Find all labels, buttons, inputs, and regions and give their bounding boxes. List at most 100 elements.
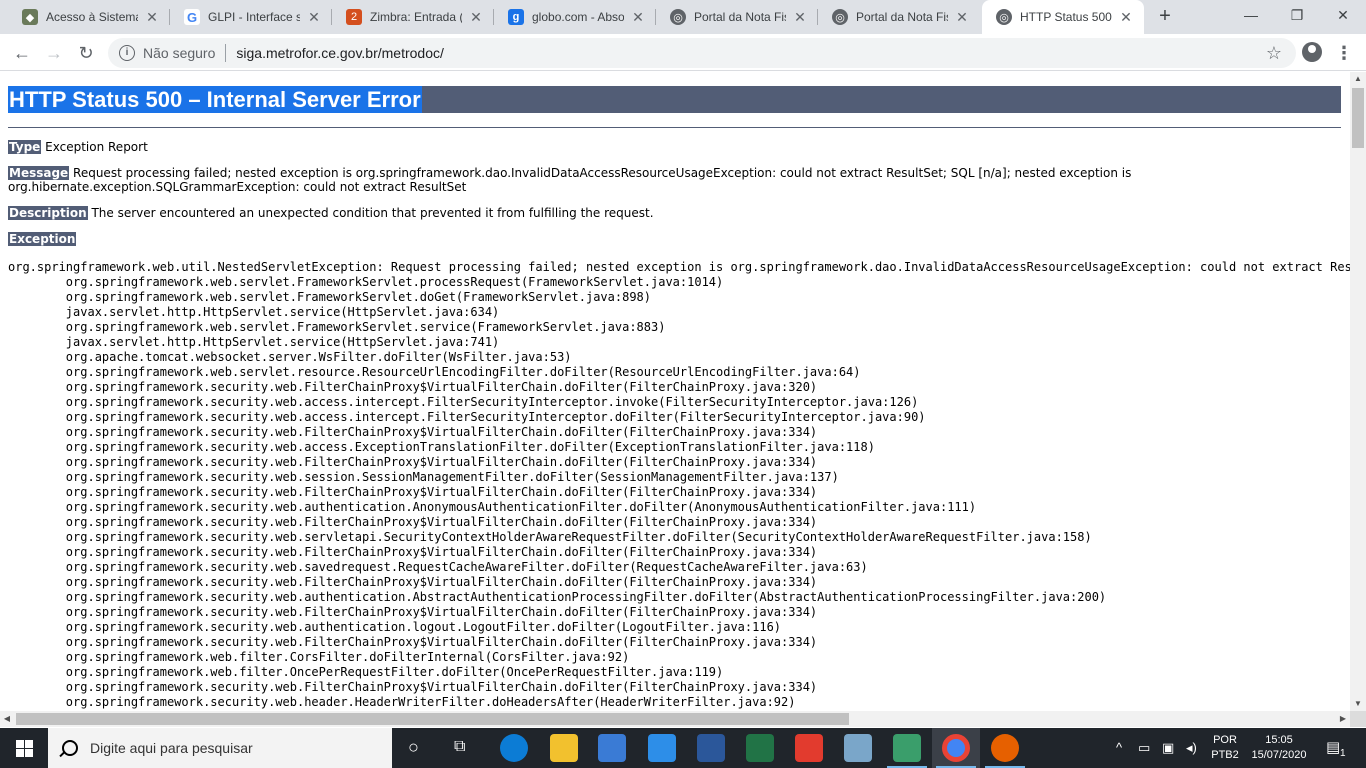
trace-line: org.springframework.security.web.access.… <box>65 440 875 454</box>
scroll-left-icon[interactable]: ◀ <box>0 711 14 727</box>
trace-line: org.springframework.security.web.authent… <box>65 620 782 634</box>
description-row: Description The server encountered an un… <box>8 206 1328 220</box>
trace-line: javax.servlet.http.HttpServlet.service(H… <box>65 335 500 349</box>
vertical-scrollbar[interactable]: ▲ ▼ <box>1350 72 1366 711</box>
scroll-right-icon[interactable]: ▶ <box>1336 711 1350 727</box>
close-icon[interactable]: ✕ <box>306 9 322 26</box>
chevron-up-icon[interactable]: ^ <box>1116 740 1122 755</box>
security-label[interactable]: Não seguro <box>143 45 215 61</box>
profile-avatar-icon[interactable] <box>1302 42 1322 62</box>
close-icon[interactable]: ✕ <box>792 9 808 26</box>
task-view-icon[interactable]: ⧉ <box>454 738 465 756</box>
description-value: The server encountered an unexpected con… <box>91 206 654 220</box>
power-icon[interactable]: ▣ <box>1162 740 1174 756</box>
type-label: Type <box>8 140 42 154</box>
info-icon[interactable]: i <box>119 45 135 61</box>
cortana-icon[interactable]: ○ <box>408 737 419 758</box>
address-bar[interactable]: i Não seguro siga.metrofor.ce.gov.br/met… <box>108 38 1296 68</box>
trace-line: javax.servlet.http.HttpServlet.service(H… <box>65 305 500 319</box>
scroll-up-icon[interactable]: ▲ <box>1350 72 1366 86</box>
g1-icon: g <box>508 9 524 25</box>
exception-row: Exception <box>8 232 1328 246</box>
trace-line: org.springframework.security.web.FilterC… <box>65 575 818 589</box>
trace-line: org.springframework.web.servlet.resource… <box>65 365 861 379</box>
network-icon[interactable]: ▭ <box>1138 740 1150 756</box>
chrome-icon[interactable] <box>942 734 970 762</box>
trace-line: org.springframework.security.web.servlet… <box>65 530 1092 544</box>
divider <box>8 127 1341 128</box>
file-explorer-icon[interactable] <box>550 734 578 762</box>
store-icon[interactable] <box>598 734 626 762</box>
trace-line: org.springframework.security.web.authent… <box>65 500 977 514</box>
tab-title: Acesso à Sistemas <box>46 10 138 24</box>
menu-dots-icon[interactable]: ⋮ <box>1334 39 1354 67</box>
new-tab-button[interactable]: + <box>1153 5 1177 29</box>
trace-line: org.springframework.security.web.access.… <box>65 395 919 409</box>
tab-http-500[interactable]: ◎ HTTP Status 500 – ✕ <box>982 0 1144 34</box>
language-code: POR <box>1213 734 1237 746</box>
app-icon[interactable] <box>844 734 872 762</box>
tab-globo[interactable]: g globo.com - Absol ✕ <box>494 0 656 34</box>
trace-line: org.springframework.security.web.FilterC… <box>65 515 818 529</box>
tab-title: GLPI - Interface sim <box>208 10 300 24</box>
mail-icon[interactable] <box>648 734 676 762</box>
taskbar-search[interactable]: Digite aqui para pesquisar <box>48 728 392 768</box>
search-placeholder[interactable]: Digite aqui para pesquisar <box>90 740 253 756</box>
toolbox-icon[interactable] <box>893 734 921 762</box>
tab-title: HTTP Status 500 – <box>1020 10 1112 24</box>
trace-line: org.springframework.security.web.FilterC… <box>65 635 818 649</box>
firefox-icon[interactable] <box>991 734 1019 762</box>
notifications-icon[interactable]: ▤ <box>1326 738 1340 756</box>
edge-icon[interactable] <box>500 734 528 762</box>
close-icon[interactable]: ✕ <box>468 9 484 26</box>
message-row: Message Request processing failed; neste… <box>8 166 1328 194</box>
trace-first-line: org.springframework.web.util.NestedServl… <box>8 260 1350 274</box>
browser-toolbar: ← → ↻ i Não seguro siga.metrofor.ce.gov.… <box>0 34 1366 71</box>
trace-line: org.springframework.web.servlet.Framewor… <box>65 320 666 334</box>
vertical-scroll-thumb[interactable] <box>1352 88 1364 148</box>
reload-button[interactable]: ↻ <box>72 39 100 67</box>
notification-count: 1 <box>1340 748 1346 759</box>
volume-icon[interactable]: ◂) <box>1186 740 1197 756</box>
search-icon <box>62 740 78 756</box>
scroll-corner <box>1350 711 1366 727</box>
maximize-button[interactable]: ❐ <box>1274 0 1320 30</box>
word-icon[interactable] <box>697 734 725 762</box>
star-icon[interactable]: ☆ <box>1266 43 1282 64</box>
forward-button[interactable]: → <box>40 39 68 67</box>
tab-portal-nota-2[interactable]: ◎ Portal da Nota Fisc ✕ <box>818 0 980 34</box>
scroll-down-icon[interactable]: ▼ <box>1350 697 1366 711</box>
language-indicator[interactable]: POR PTB2 <box>1204 728 1246 768</box>
tab-zimbra[interactable]: 2 Zimbra: Entrada (2 ✕ <box>332 0 494 34</box>
type-row: Type Exception Report <box>8 140 1328 154</box>
close-icon[interactable]: ✕ <box>954 9 970 26</box>
tab-title: globo.com - Absol <box>532 10 624 24</box>
trace-line: org.springframework.security.web.session… <box>65 470 839 484</box>
globe-icon: ◎ <box>670 9 686 25</box>
excel-icon[interactable] <box>746 734 774 762</box>
minimize-button[interactable]: — <box>1228 0 1274 30</box>
close-window-button[interactable]: ✕ <box>1320 0 1366 30</box>
tab-glpi[interactable]: G GLPI - Interface sim ✕ <box>170 0 332 34</box>
filezilla-icon[interactable] <box>795 734 823 762</box>
description-label: Description <box>8 206 88 220</box>
clock[interactable]: 15:05 15/07/2020 <box>1246 728 1312 768</box>
tab-portal-nota-1[interactable]: ◎ Portal da Nota Fisc ✕ <box>656 0 818 34</box>
trace-line: org.springframework.security.web.FilterC… <box>65 425 818 439</box>
trace-line: org.springframework.security.web.authent… <box>65 590 1107 604</box>
url-text[interactable]: siga.metrofor.ce.gov.br/metrodoc/ <box>236 45 444 61</box>
page-content: HTTP Status 500 – Internal Server Error … <box>0 72 1350 711</box>
horizontal-scrollbar[interactable]: ◀ ▶ <box>0 711 1350 727</box>
trace-line: org.springframework.security.web.FilterC… <box>65 485 818 499</box>
page-header: HTTP Status 500 – Internal Server Error <box>8 86 1341 113</box>
back-button[interactable]: ← <box>8 39 36 67</box>
horizontal-scroll-thumb[interactable] <box>16 713 849 725</box>
close-icon[interactable]: ✕ <box>1118 9 1134 26</box>
clock-time: 15:05 <box>1265 734 1293 746</box>
taskbar: Digite aqui para pesquisar ○ ⧉ ^ ▭ ▣ ◂) … <box>0 728 1366 768</box>
close-icon[interactable]: ✕ <box>144 9 160 26</box>
tab-acesso-sistemas[interactable]: ◆ Acesso à Sistemas ✕ <box>8 0 170 34</box>
windows-start-icon[interactable] <box>0 728 48 768</box>
google-g-icon: G <box>184 9 200 25</box>
close-icon[interactable]: ✕ <box>630 9 646 26</box>
